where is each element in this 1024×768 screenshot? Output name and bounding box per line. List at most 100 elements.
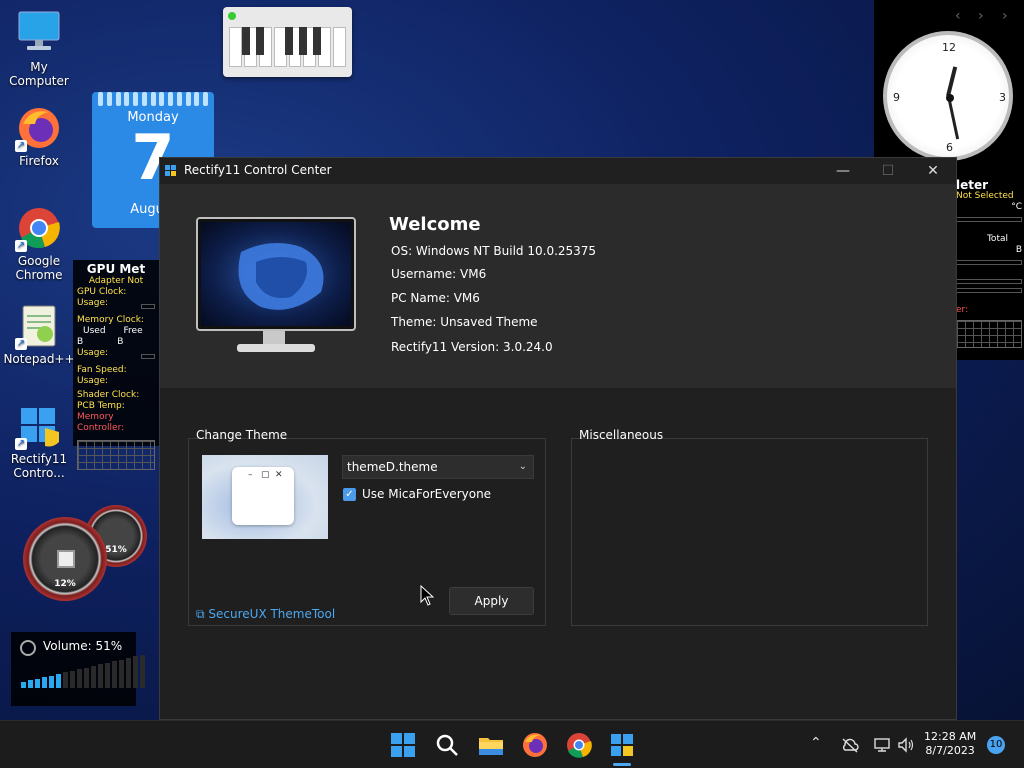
apply-button[interactable]: Apply (449, 587, 534, 615)
minimize-icon: – (248, 470, 253, 480)
cloud-offline-icon[interactable] (841, 737, 859, 753)
cpu-gauge[interactable]: 12% (23, 517, 107, 601)
rectify11-icon: ↗ (15, 402, 63, 450)
meter-widget-partial[interactable]: leter Not Selected °C Total B er: (956, 179, 1022, 348)
desktop-icon-label: Firefox (19, 154, 59, 168)
gpu-meter-widget[interactable]: GPU Met Adapter Not GPU Clock: Usage: Me… (73, 260, 159, 470)
meter-not-selected: Not Selected (956, 191, 1014, 201)
theme-preview: – ▢ ✕ (202, 455, 328, 539)
clock-center (946, 94, 954, 102)
search-icon[interactable] (431, 729, 463, 761)
fan-speed-label: Fan Speed: (77, 365, 127, 375)
desktop-icon-rectify11[interactable]: ↗ Rectify11 Contro... (1, 402, 77, 480)
desktop-icon-label: Notepad++ (3, 352, 75, 366)
system-clock[interactable]: 12:28 AM 8/7/2023 (924, 730, 976, 758)
desktop-icon-label: Rectify11 Contro... (10, 452, 68, 480)
volume-level-bar (70, 670, 75, 688)
desktop-icon-firefox[interactable]: ↗ Firefox (1, 104, 77, 168)
clock-numeral: 12 (942, 41, 956, 54)
system-info-panel: Welcome OS: Windows NT Build 10.0.25375 … (160, 184, 956, 388)
shortcut-arrow-icon: ↗ (15, 338, 27, 350)
volume-widget[interactable]: Volume: 51% (11, 632, 145, 706)
volume-level-bar (42, 677, 47, 688)
monitor-base (237, 344, 315, 352)
window-title: Rectify11 Control Center (184, 163, 332, 177)
monitor-icon (15, 10, 63, 58)
fan-usage-label: Usage: (77, 376, 109, 386)
volume-level-bar (63, 672, 68, 688)
piano-widget[interactable] (223, 7, 352, 77)
meter-total-value: B (1015, 245, 1022, 255)
desktop-icon-my-computer[interactable]: My Computer (1, 10, 77, 88)
chevron-down-icon: ⌄ (518, 461, 527, 472)
rectify11-taskbar-icon[interactable] (606, 729, 638, 761)
minimize-button[interactable]: — (820, 158, 866, 184)
monitor-stand (263, 331, 285, 345)
file-explorer-icon[interactable] (475, 729, 507, 761)
calendar-rings (98, 92, 208, 106)
volume-level-bar (133, 656, 138, 688)
firefox-icon: ↗ (15, 104, 63, 152)
memory-free-value: B (117, 337, 124, 347)
maximize-icon: ▢ (261, 470, 270, 480)
volume-level-bar (98, 664, 103, 688)
pcb-temp-label: PCB Temp: (77, 401, 125, 411)
change-theme-title: Change Theme (196, 428, 288, 442)
theme-info: Theme: Unsaved Theme (391, 315, 538, 329)
desktop-icon-label: Google Chrome (15, 254, 63, 282)
volume-level-bar (112, 661, 117, 688)
volume-bars (21, 654, 145, 688)
memory-used-label: Used (83, 326, 106, 336)
rectify11-control-center-window[interactable]: Rectify11 Control Center — ☐ ✕ Welcome O… (159, 157, 957, 720)
clock-numeral: 9 (893, 91, 900, 104)
chrome-icon: ↗ (15, 204, 63, 252)
shader-clock-label: Shader Clock: (77, 390, 140, 400)
monitor-illustration (196, 217, 356, 331)
secureux-themetool-link-text: SecureUX ThemeTool (208, 607, 336, 621)
meter-red-label: er: (956, 305, 969, 315)
close-button[interactable]: ✕ (910, 158, 956, 184)
clock-numeral: 6 (946, 141, 953, 154)
volume-level-bar (126, 658, 131, 688)
system-time: 12:28 AM (924, 730, 977, 743)
chevron-right-double-icon[interactable]: › (1002, 8, 1008, 24)
meter-total-label: Total (986, 234, 1008, 244)
volume-level-bar (49, 675, 54, 688)
mouse-cursor-icon (420, 585, 434, 606)
volume-level-bar (105, 662, 110, 688)
chevron-right-icon[interactable]: › (978, 8, 984, 24)
analog-clock-widget[interactable]: 12 3 6 9 (883, 31, 1013, 161)
chrome-taskbar-icon[interactable] (563, 729, 595, 761)
title-bar[interactable]: Rectify11 Control Center — ☐ ✕ (160, 158, 956, 184)
cpu-chip-icon (57, 550, 75, 568)
speaker-volume-icon[interactable] (897, 736, 915, 754)
show-hidden-icons-chevron-up-icon[interactable]: ⌃ (810, 735, 822, 751)
firefox-taskbar-icon[interactable] (519, 729, 551, 761)
desktop-icon-notepadpp[interactable]: ↗ Notepad++ (1, 302, 77, 366)
speaker-icon (20, 640, 36, 656)
mica-checkbox-label[interactable]: Use MicaForEveryone (362, 487, 491, 501)
maximize-button[interactable]: ☐ (865, 158, 911, 184)
username-info: Username: VM6 (391, 267, 487, 281)
notification-badge[interactable]: 10 (987, 736, 1005, 754)
minute-hand (946, 95, 959, 140)
volume-level-bar (91, 666, 96, 688)
gpu-graph (77, 440, 155, 470)
system-date: 8/7/2023 (925, 744, 975, 757)
gpu-clock-label: GPU Clock: (77, 287, 127, 297)
chevron-left-icon[interactable]: ‹ (955, 8, 961, 24)
gpu-meter-title: GPU Met (86, 262, 146, 276)
memory-used-value: B (77, 337, 84, 347)
cpu-gauge-value: 12% (54, 579, 76, 589)
external-link-icon: ⧉ (196, 607, 205, 621)
desktop-icon-chrome[interactable]: ↗ Google Chrome (1, 204, 77, 282)
pcname-info: PC Name: VM6 (391, 291, 480, 305)
miscellaneous-title: Miscellaneous (579, 428, 664, 442)
theme-select[interactable]: themeD.theme ⌄ (342, 455, 534, 479)
start-button[interactable] (387, 729, 419, 761)
mica-checkbox[interactable]: ✓ (343, 488, 356, 501)
secureux-themetool-link[interactable]: ⧉ SecureUX ThemeTool (196, 607, 335, 622)
preview-window: – ▢ ✕ (232, 467, 294, 525)
network-icon[interactable] (873, 736, 891, 754)
volume-level-bar (21, 682, 26, 688)
